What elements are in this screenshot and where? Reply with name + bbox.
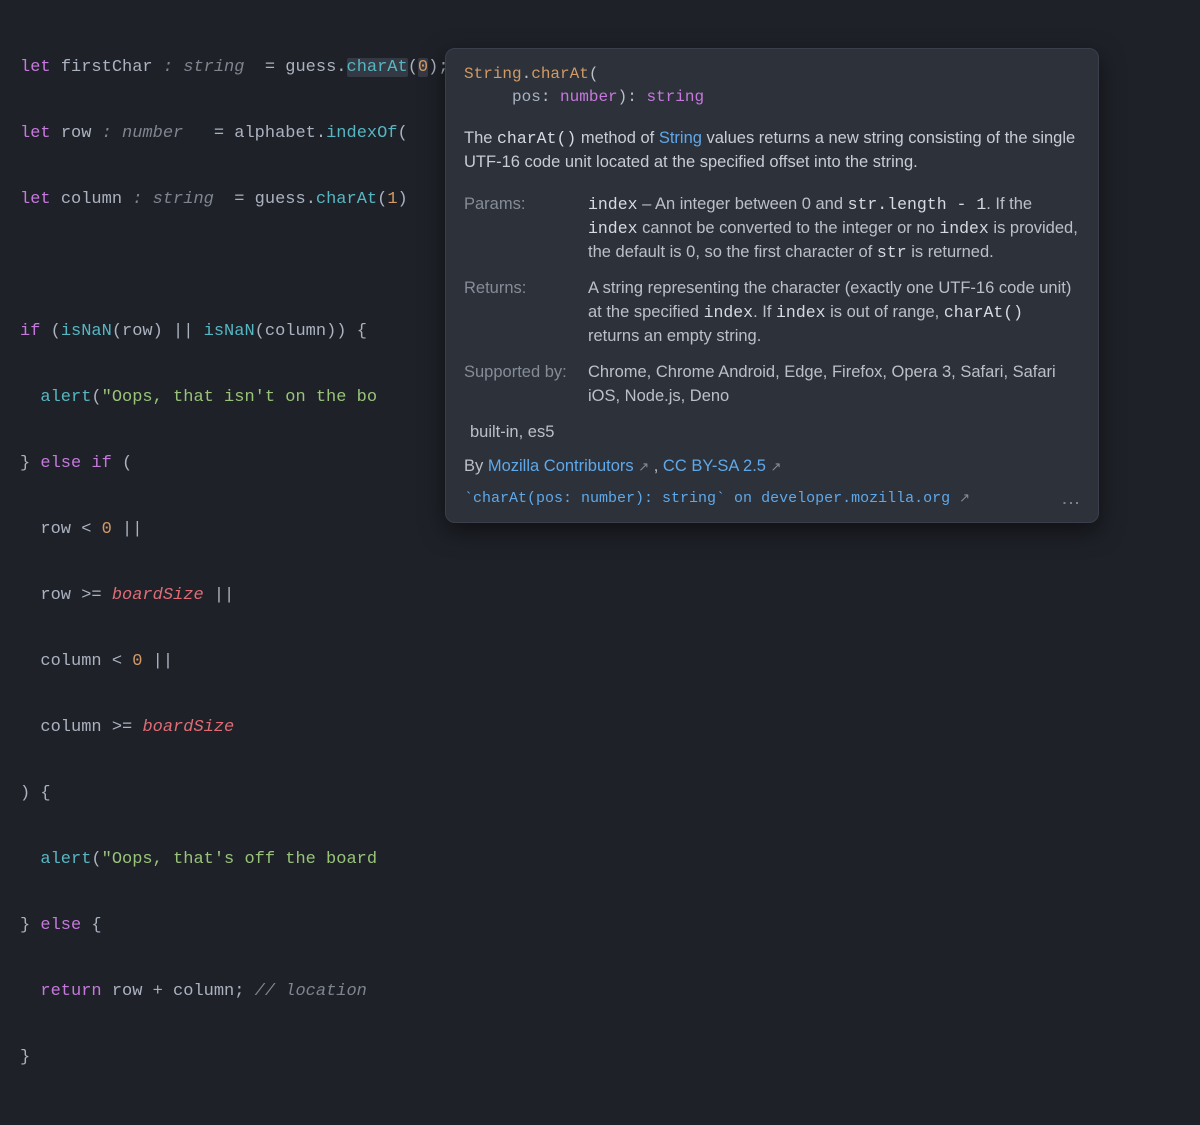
signature: String.charAt( pos: number): string [446, 49, 1098, 119]
code-line[interactable]: row >= boardSize || [20, 579, 1180, 612]
code-line[interactable]: ) { [20, 777, 1180, 810]
hover-documentation-tooltip[interactable]: String.charAt( pos: number): string The … [445, 48, 1099, 523]
tags: built-in, es5 [446, 415, 1098, 449]
code-line[interactable]: return row + column; // location [20, 975, 1180, 1008]
string-type-link[interactable]: String [659, 129, 702, 147]
code-line[interactable]: } [20, 1041, 1180, 1074]
code-line[interactable]: alert("Oops, that's off the board [20, 843, 1180, 876]
external-link-icon: ↗ [959, 491, 970, 506]
more-options-icon[interactable]: ⋮ [1058, 494, 1084, 512]
attribution: By Mozilla Contributors ↗ , CC BY-SA 2.5… [446, 449, 1098, 483]
description: The charAt() method of String values ret… [446, 119, 1098, 187]
returns-section: Returns: A string representing the chara… [446, 271, 1098, 355]
license-link[interactable]: CC BY-SA 2.5 [663, 457, 766, 475]
code-line[interactable]: } else { [20, 909, 1180, 942]
external-link-icon: ↗ [771, 459, 782, 474]
params-section: Params: index – An integer between 0 and… [446, 187, 1098, 271]
hovered-method[interactable]: charAt [347, 58, 408, 77]
code-line[interactable]: column < 0 || [20, 645, 1180, 678]
supported-section: Supported by: Chrome, Chrome Android, Ed… [446, 355, 1098, 415]
documentation-link[interactable]: `charAt(pos: number): string` on develop… [446, 482, 1098, 522]
code-line[interactable]: column >= boardSize [20, 711, 1180, 744]
external-link-icon: ↗ [638, 459, 649, 474]
contributors-link[interactable]: Mozilla Contributors [488, 457, 634, 475]
